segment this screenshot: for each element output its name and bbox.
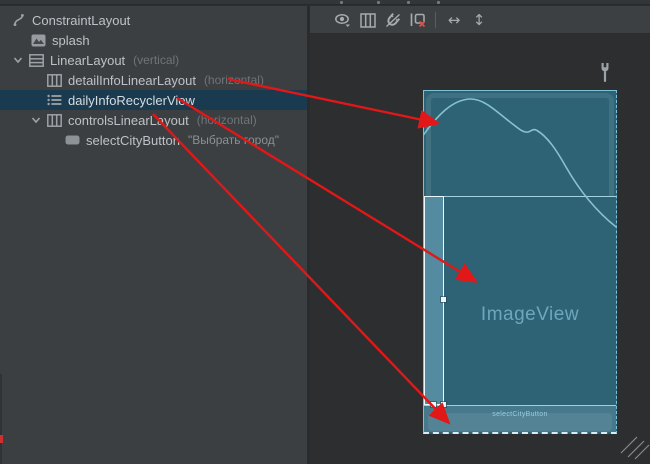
tree-item-label: ConstraintLayout — [32, 13, 130, 28]
resize-grip-icon[interactable] — [620, 436, 650, 460]
clear-constraints-icon[interactable] — [407, 9, 429, 31]
tree-item-constraintlayout[interactable]: ConstraintLayout — [0, 10, 307, 30]
clipped-toolbar-strip — [0, 0, 650, 5]
tree-item-meta: (horizontal) — [204, 73, 264, 87]
tree-item-meta: (vertical) — [133, 53, 179, 67]
linear-layout-vertical-icon — [28, 52, 44, 68]
tree-item-text-value: "Выбрать город" — [188, 133, 279, 147]
constraint-layout-icon — [10, 12, 26, 28]
tree-item-dailyinforecyclerview[interactable]: dailyInfoRecyclerView — [0, 90, 307, 110]
horizontal-expand-icon[interactable]: ↔ — [443, 9, 465, 31]
phone-preview[interactable]: ImageView selectCityButton — [423, 90, 617, 434]
selection-handle-bottom-mid[interactable] — [431, 402, 436, 407]
selection-handle-right-mid[interactable] — [441, 297, 446, 302]
chevron-down-icon[interactable] — [30, 114, 42, 126]
tree-item-label: dailyInfoRecyclerView — [68, 93, 195, 108]
strip-dot-icon — [407, 1, 410, 4]
tree-item-label: splash — [52, 33, 90, 48]
component-tree-panel: ConstraintLayout splash LinearLayout (ve… — [0, 6, 307, 464]
tree-item-meta: (horizontal) — [197, 113, 257, 127]
autoconnect-off-magnet-icon[interactable] — [382, 9, 404, 31]
vertical-expand-icon[interactable]: ↕ — [468, 9, 490, 31]
android-studio-layout-editor: ConstraintLayout splash LinearLayout (ve… — [0, 0, 650, 464]
design-surface-toolbar: ↔ ↕ — [310, 6, 650, 34]
imageview-placeholder-label: ImageView — [444, 304, 616, 326]
collapsed-panel-edge — [0, 374, 2, 464]
view-options-eye-icon[interactable] — [332, 9, 354, 31]
tree-item-linearlayout[interactable]: LinearLayout (vertical) — [0, 50, 307, 70]
detail-info-linear-layout-region[interactable] — [424, 91, 616, 196]
select-city-button-label: selectCityButton — [424, 411, 616, 418]
strip-dot-icon — [377, 1, 380, 4]
tree-item-detailinfolinearlayout[interactable]: detailInfoLinearLayout (horizontal) — [0, 70, 307, 90]
tree-item-selectcitybutton[interactable]: selectCityButton "Выбрать город" — [0, 130, 307, 150]
image-view-icon — [30, 32, 46, 48]
tree-item-controlslinearlayout[interactable]: controlsLinearLayout (horizontal) — [0, 110, 307, 130]
tree-item-label: detailInfoLinearLayout — [68, 73, 196, 88]
recycler-view-icon — [46, 92, 62, 108]
tree-item-label: selectCityButton — [86, 133, 180, 148]
image-view-region[interactable] — [424, 196, 616, 405]
wrench-icon[interactable] — [597, 62, 613, 83]
strip-dot-icon — [437, 1, 440, 4]
strip-dot-icon — [340, 1, 343, 4]
selection-handle-bottom-right[interactable] — [441, 402, 446, 407]
red-edge-mark — [0, 435, 3, 443]
chevron-down-icon[interactable] — [12, 54, 24, 66]
tree-item-splash[interactable]: splash — [0, 30, 307, 50]
highlight-rim — [426, 93, 614, 196]
toolbar-separator — [435, 12, 436, 28]
linear-layout-horizontal-icon — [46, 72, 62, 88]
controls-linear-layout-region[interactable]: selectCityButton — [424, 405, 616, 432]
button-icon — [64, 132, 80, 148]
tree-item-label: LinearLayout — [50, 53, 125, 68]
linear-layout-horizontal-icon — [46, 112, 62, 128]
show-columns-icon[interactable] — [357, 9, 379, 31]
tree-item-label: controlsLinearLayout — [68, 113, 189, 128]
